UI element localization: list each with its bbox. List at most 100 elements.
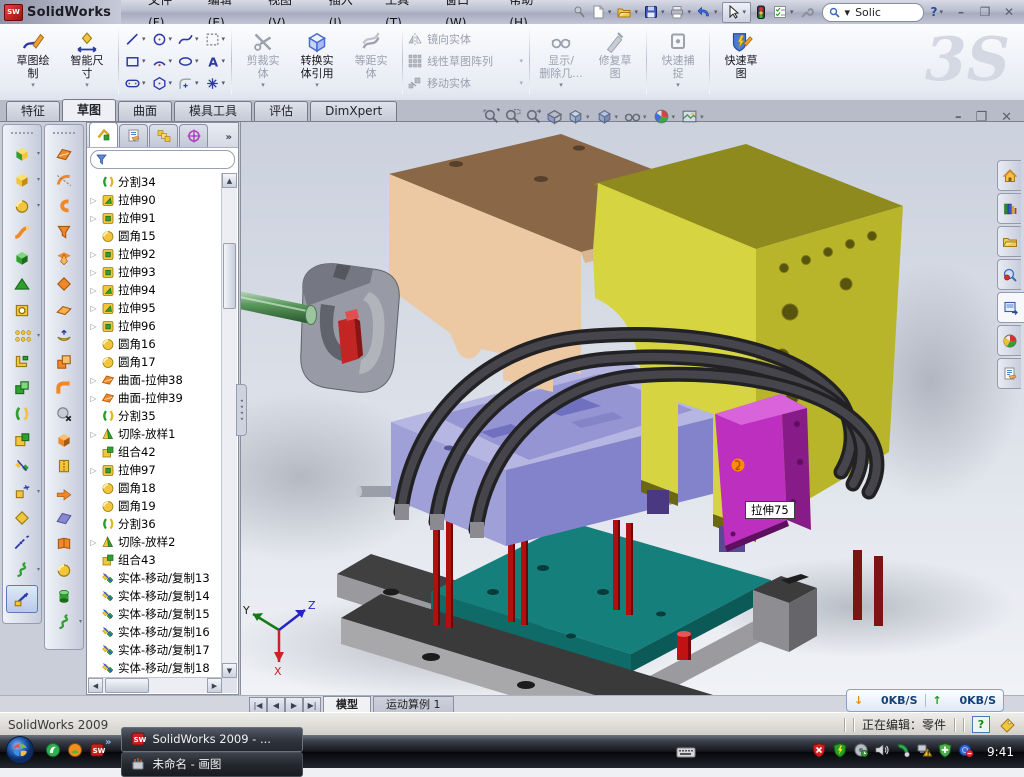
tag-icon[interactable] [998, 717, 1016, 733]
tree-item[interactable]: ▷拉伸93 [89, 263, 222, 281]
tree-item[interactable]: ▷拉伸95 [89, 299, 222, 317]
tree-item[interactable]: 实体-移动/复制14 [89, 587, 222, 605]
diamond-y-tool-button[interactable] [3, 505, 41, 531]
next-tab-button[interactable]: ▶ [285, 697, 303, 713]
banana-tool-button[interactable] [45, 323, 83, 349]
search-value[interactable]: Solic [855, 6, 881, 19]
book-o-tool-button[interactable] [45, 531, 83, 557]
app-close-button[interactable]: ✕ [1002, 5, 1016, 19]
doc-restore-button[interactable]: ❐ [975, 110, 987, 125]
tree-item[interactable]: 圆角19 [89, 497, 222, 515]
model-magenta-block[interactable] [715, 394, 811, 552]
tray-service[interactable] [853, 742, 869, 761]
tree-item[interactable]: ▷拉伸94 [89, 281, 222, 299]
task-pane-tab-design-library[interactable] [997, 193, 1021, 224]
tree-item[interactable]: 分割36 [89, 515, 222, 533]
scroll-down-button[interactable]: ▼ [222, 663, 237, 678]
tree-item[interactable]: 组合43 [89, 551, 222, 569]
quick-launch-ball[interactable] [67, 742, 83, 761]
expand-arrow-icon[interactable]: ▷ [89, 196, 98, 205]
last-tab-button[interactable]: ▶| [303, 697, 321, 713]
quick-launch-sw[interactable]: SW [89, 742, 105, 761]
split-g-tool-button[interactable] [3, 401, 41, 427]
expand-arrow-icon[interactable]: ▷ [89, 286, 98, 295]
measure-tool-button[interactable] [6, 585, 38, 613]
line-tool-button[interactable]: ▾ [123, 29, 148, 50]
tree-item[interactable]: 圆角15 [89, 227, 222, 245]
tree-horizontal-scrollbar[interactable]: ◀ ▶ [88, 677, 222, 693]
expand-arrow-icon[interactable]: ▷ [89, 376, 98, 385]
pane-tabs-overflow[interactable]: » [226, 132, 236, 147]
scroll-thumb-h[interactable] [105, 678, 149, 693]
point-tool-button[interactable]: ▾ [203, 73, 228, 94]
cube-yg-tool-button[interactable]: ▾ [3, 141, 41, 167]
cross-o-tool-button[interactable] [45, 245, 83, 271]
doc-tab-model[interactable]: 模型 [323, 696, 371, 713]
surf-o-tool-button[interactable] [45, 141, 83, 167]
zoom-fit-button[interactable] [483, 108, 500, 125]
ribbon-button-smartdim[interactable]: 智能尺寸▾ [60, 26, 114, 96]
ribbon-button-movent[interactable]: 移动实体▾ [407, 73, 525, 94]
task-pane-tab-resources[interactable] [997, 160, 1021, 191]
tree-item[interactable]: ▷拉伸97 [89, 461, 222, 479]
arc-o-tool-button[interactable] [45, 167, 83, 193]
cube-g-tool-button[interactable] [3, 245, 41, 271]
fillet-y-tool-button[interactable]: ▾ [3, 193, 41, 219]
polygon-tool-button[interactable]: ▾ [150, 73, 175, 94]
doc-close-button[interactable]: ✕ [1001, 110, 1012, 125]
dispstyle-button[interactable]: ▾ [596, 108, 621, 125]
vieworient-button[interactable]: ▾ [567, 108, 592, 125]
pane-tab-featmgr[interactable] [89, 122, 118, 147]
app-minimize-button[interactable]: – [954, 5, 968, 19]
cubes-o-tool-button[interactable] [45, 349, 83, 375]
tree-item[interactable]: ▷拉伸91 [89, 209, 222, 227]
tab-曲面[interactable]: 曲面 [118, 101, 172, 121]
toolbar-grip[interactable] [11, 132, 33, 138]
panel-splitter-handle[interactable]: ◂◂◂◂ [236, 384, 247, 436]
Ls-y-tool-button[interactable] [3, 349, 41, 375]
task-pane-tab-file-explorer[interactable] [997, 226, 1021, 257]
dash-line-tool-button[interactable] [3, 531, 41, 557]
pane-tab-propmgr[interactable] [119, 124, 148, 147]
prev-tab-button[interactable]: ◀ [267, 697, 285, 713]
zoom-area-button[interactable] [504, 108, 521, 125]
rebuild-button[interactable] [752, 2, 770, 22]
ribbon-button-repair[interactable]: 修复草图 [588, 26, 642, 96]
scene-button[interactable]: ▾ [653, 108, 678, 125]
ribbon-button-sketch[interactable]: 草图绘制▾ [6, 26, 60, 96]
options-button[interactable]: ▾ [771, 2, 797, 22]
keyboard-icon[interactable] [676, 745, 696, 759]
tray-net-warn[interactable]: ! [916, 742, 932, 761]
save-button[interactable]: ▾ [642, 2, 668, 22]
expand-arrow-icon[interactable]: ▷ [89, 322, 98, 331]
spring-g-tool-button[interactable]: ▾ [3, 557, 41, 583]
toolbox-button[interactable] [798, 2, 816, 22]
tray-phone[interactable] [895, 742, 911, 761]
scroll-thumb[interactable] [223, 243, 236, 309]
slot-tool-button[interactable]: ▾ [123, 73, 148, 94]
tree-item[interactable]: 实体-移动/复制18 [89, 659, 222, 677]
sweep-y-tool-button[interactable] [3, 219, 41, 245]
taskbar-window-1[interactable]: SWSolidWorks 2009 - ... [121, 727, 303, 752]
arrow-o-tool-button[interactable] [45, 479, 83, 505]
tree-item[interactable]: ▷切除-放样2 [89, 533, 222, 551]
surf-p-tool-button[interactable] [45, 505, 83, 531]
tree-item[interactable]: ▷曲面-拉伸38 [89, 371, 222, 389]
app-restore-button[interactable]: ❐ [978, 5, 992, 19]
new-button[interactable]: ▾ [589, 2, 615, 22]
expand-arrow-icon[interactable]: ▷ [89, 304, 98, 313]
ribbon-button-trim[interactable]: 剪裁实体▾ [236, 26, 290, 96]
zip-y-tool-button[interactable] [45, 453, 83, 479]
tree-item[interactable]: 圆角16 [89, 335, 222, 353]
zoom-prev-button[interactable] [525, 108, 542, 125]
help-button[interactable]: ?▾ [930, 2, 946, 22]
tree-item[interactable]: 实体-移动/复制17 [89, 641, 222, 659]
tray-sync[interactable] [958, 742, 974, 761]
quick-tips-button[interactable]: ? [972, 716, 990, 733]
task-pane-tab-search[interactable] [997, 259, 1021, 290]
rect-tool-button[interactable]: ▾ [123, 51, 148, 72]
tree-item[interactable]: ▷曲面-拉伸39 [89, 389, 222, 407]
expand-arrow-icon[interactable]: ▷ [89, 268, 98, 277]
search-input[interactable]: ▾ Solic [822, 3, 924, 22]
task-pane-tab-view-palette[interactable] [997, 292, 1024, 323]
